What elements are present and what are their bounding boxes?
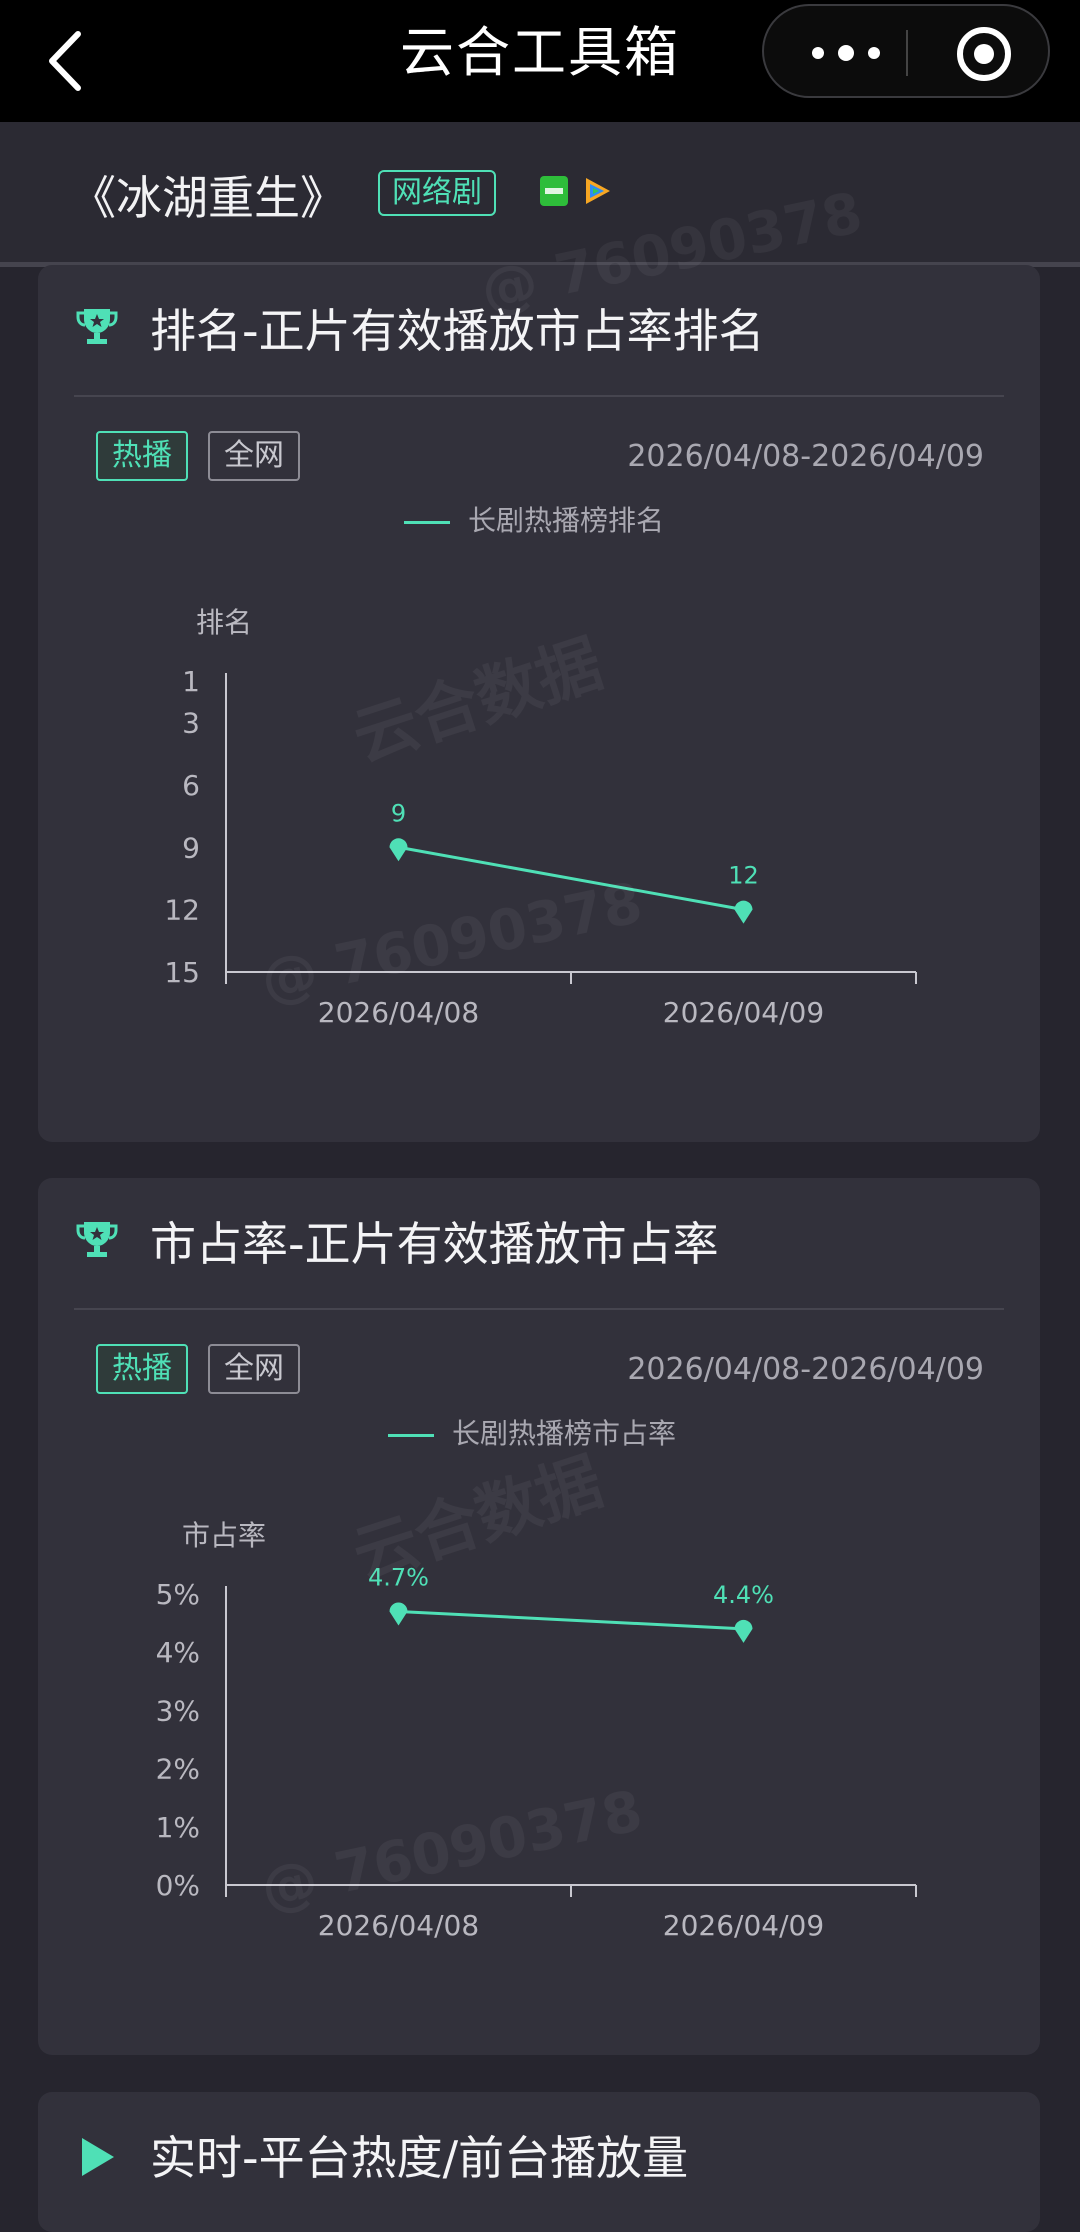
drama-type-tag: 网络剧 (378, 170, 496, 216)
play-icon (82, 2138, 114, 2176)
series-line (398, 1609, 744, 1631)
data-label: 4.4% (713, 1581, 774, 1609)
y-tick-label: 3% (156, 1694, 200, 1727)
drama-title: 《冰湖重生》 (70, 171, 346, 225)
drama-header: 《冰湖重生》 网络剧 (0, 122, 1080, 267)
mini-program-capsule (762, 4, 1050, 98)
tencent-video-icon (586, 178, 610, 204)
iqiyi-icon (540, 176, 568, 206)
data-point-marker (734, 900, 753, 924)
y-tick-label: 2% (156, 1753, 200, 1786)
data-point-marker (389, 838, 408, 862)
market-share-line-chart: 市占率0%1%2%3%4%5%2026/04/08 2026/04/094.7%4… (156, 1519, 917, 1942)
x-tick-label: 2026/04/08 (318, 1909, 479, 1942)
data-point-marker (389, 1602, 408, 1626)
market-share-card: 市占率-正片有效播放市占率 热播 全网 2026/04/08-2026/04/0… (38, 1178, 1040, 2055)
y-tick-label: 1 (182, 665, 200, 698)
more-icon[interactable] (804, 36, 888, 70)
navigation-bar: 云合工具箱 (0, 0, 1080, 122)
y-tick-label: 1% (156, 1811, 200, 1844)
data-label: 12 (728, 862, 759, 890)
ranking-card: 排名-正片有效播放市占率排名 热播 全网 2026/04/08-2026/04/… (38, 180, 1040, 1142)
y-tick-label: 3 (182, 707, 200, 740)
y-axis-label: 市占率 (182, 1519, 266, 1552)
data-point-marker (734, 1619, 753, 1643)
y-tick-label: 5% (156, 1578, 200, 1611)
x-tick-label: 2026/04/09 (663, 996, 824, 1029)
x-tick-label: 2026/04/08 (318, 996, 479, 1029)
x-tick-label: 2026/04/09 (663, 1909, 824, 1942)
realtime-heat-card[interactable]: 实时-平台热度/前台播放量 (38, 2092, 1040, 2232)
y-axis-label: 排名 (196, 606, 252, 639)
y-tick-label: 0% (156, 1869, 200, 1902)
data-label: 9 (391, 799, 406, 827)
y-tick-label: 9 (182, 831, 200, 864)
y-tick-label: 12 (164, 894, 200, 927)
y-tick-label: 15 (164, 956, 200, 989)
y-tick-label: 6 (182, 769, 200, 802)
y-tick-label: 4% (156, 1636, 200, 1669)
close-target-icon[interactable] (954, 24, 1014, 84)
card-title: 实时-平台热度/前台播放量 (150, 2131, 689, 2185)
capsule-divider (906, 30, 908, 76)
